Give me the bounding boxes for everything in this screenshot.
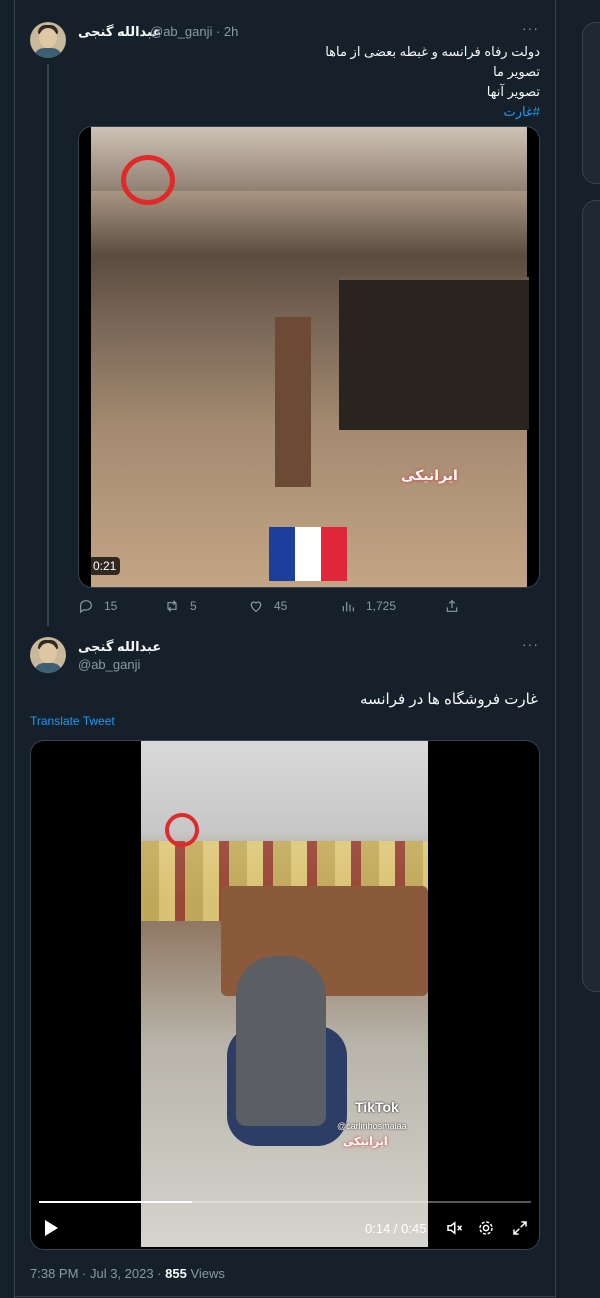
video-duration-badge: 0:21: [89, 557, 121, 575]
sidebar-card-top[interactable]: [582, 22, 600, 184]
column-right-border: [555, 0, 556, 1298]
reply-button[interactable]: 15: [78, 598, 117, 614]
avatar[interactable]: [30, 637, 66, 673]
retweet-button[interactable]: 5: [164, 598, 197, 614]
author-handle-time[interactable]: @ab_ganji · 2h: [150, 24, 238, 39]
tweet-views-count: 855: [165, 1266, 187, 1281]
tiktok-label: TikTok: [355, 1099, 399, 1115]
author-name[interactable]: عبدالله گنجی: [78, 24, 161, 40]
tiktok-username: @carlinhosmaiaa: [337, 1121, 407, 1131]
tweet-video-player[interactable]: TikTok @carlinhosmaiaa ایرانیکی 0:14 / 0…: [30, 740, 540, 1250]
heart-icon: [250, 601, 262, 613]
tweet-metadata: 7:38 PM · Jul 3, 2023 · 855 Views: [30, 1266, 225, 1281]
translate-tweet-link[interactable]: Translate Tweet: [30, 714, 115, 728]
video-frame-person: [236, 956, 326, 1126]
views-count: 1,725: [366, 599, 397, 613]
video-progress-fill: [39, 1201, 192, 1203]
video-frame-storefront: [339, 277, 529, 430]
more-options-icon[interactable]: ···: [522, 636, 539, 652]
play-icon[interactable]: [43, 1219, 59, 1242]
tweet-text: غارت فروشگاه ها در فرانسه: [359, 691, 538, 708]
mute-icon[interactable]: [445, 1219, 463, 1242]
avatar[interactable]: [30, 22, 66, 58]
like-count: 45: [274, 599, 288, 613]
video-total-time: 0:45: [401, 1221, 427, 1236]
author-handle[interactable]: @ab_ganji: [78, 657, 140, 672]
tweet-timestamp[interactable]: 7:38 PM · Jul 3, 2023 ·: [30, 1266, 162, 1281]
tweet-actions: 15 5 45 1,725: [78, 598, 538, 618]
retweet-count: 5: [190, 599, 197, 613]
video-progress-bar[interactable]: [39, 1201, 531, 1203]
tweet-text-line: تصویر آنها: [486, 84, 540, 99]
sidebar-card-trends[interactable]: [582, 200, 600, 992]
fullscreen-icon[interactable]: [511, 1219, 529, 1242]
retweet-icon: [167, 600, 177, 612]
column-left-border: [14, 0, 15, 1298]
share-icon: [446, 599, 458, 612]
channel-logo-icon: [121, 155, 175, 205]
share-button[interactable]: [444, 598, 460, 614]
hashtag-link[interactable]: #غارت: [240, 102, 540, 122]
channel-logo-icon: [165, 813, 199, 847]
reply-icon: [79, 600, 92, 614]
reply-count: 15: [104, 599, 118, 613]
settings-gear-icon[interactable]: [477, 1219, 495, 1242]
like-button[interactable]: 45: [248, 598, 287, 614]
thread-connector-line: [47, 64, 49, 626]
analytics-icon: [342, 602, 354, 612]
video-frame-pillar: [275, 317, 311, 487]
divider: [14, 1296, 555, 1297]
tweet-text-line: تصویر ما: [493, 64, 540, 79]
video-watermark: ایرانیکی: [343, 1136, 388, 1148]
author-name[interactable]: عبدالله گنجی: [78, 639, 161, 655]
tweet-text-line: دولت رفاه فرانسه و غبطه بعضی از ماها: [325, 44, 540, 59]
tweet-text: دولت رفاه فرانسه و غبطه بعضی از ماها تصو…: [240, 42, 540, 122]
video-time: 0:14 / 0:45: [365, 1221, 427, 1236]
more-options-icon[interactable]: ···: [522, 20, 539, 36]
tweet-video[interactable]: ایرانیکی 0:21: [78, 126, 540, 588]
tweet-views-label: Views: [190, 1266, 225, 1281]
video-watermark: ایرانیکی: [401, 467, 458, 483]
video-current-time: 0:14: [365, 1221, 391, 1236]
views-button[interactable]: 1,725: [340, 598, 396, 614]
france-flag-icon: [269, 527, 347, 581]
